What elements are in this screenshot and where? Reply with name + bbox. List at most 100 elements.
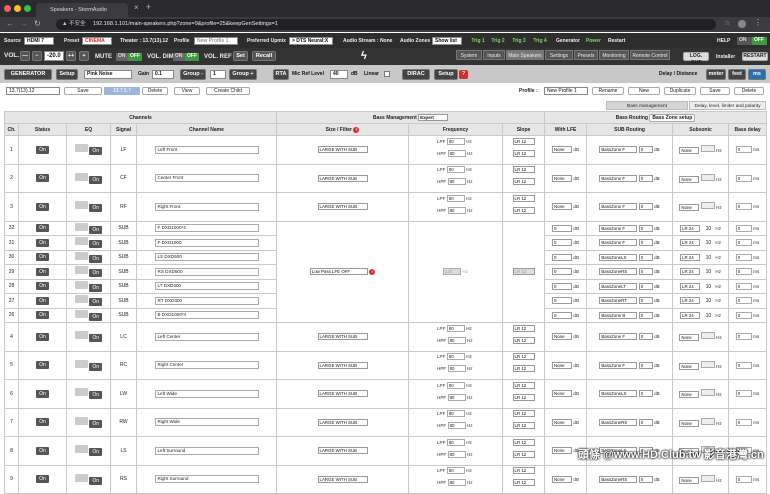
sub-routing-select[interactable]: BassZoneLS: [599, 390, 638, 398]
vol-value[interactable]: -20.0: [44, 51, 64, 61]
status-on-button[interactable]: On: [36, 282, 49, 291]
slope-select[interactable]: LR 12: [512, 479, 535, 487]
bass-delay-input[interactable]: 0: [735, 418, 752, 426]
generator-setup-button[interactable]: Setup: [56, 69, 78, 80]
channel-name-input[interactable]: Right Surround: [154, 475, 259, 484]
bass-delay-input[interactable]: 0: [735, 361, 752, 369]
new-tab-icon[interactable]: +: [146, 2, 151, 12]
profile-action-select[interactable]: New Profile 1: [544, 87, 588, 95]
signal-select[interactable]: Pink Noise: [84, 70, 132, 79]
bass-delay-input[interactable]: 0: [735, 239, 752, 247]
close-tab-icon[interactable]: ×: [134, 3, 139, 12]
with-lfe-select[interactable]: None: [552, 447, 573, 455]
dirac-setup-button[interactable]: Setup: [434, 69, 458, 80]
size-filter-select[interactable]: LARGE WITH SUB: [317, 333, 368, 341]
ms-button[interactable]: ms: [748, 69, 766, 80]
with-lfe-select[interactable]: 0: [552, 239, 573, 247]
channel-name-input[interactable]: RT DXD300: [154, 296, 259, 305]
trigger-3-button[interactable]: Trig 3: [511, 37, 527, 45]
status-on-button[interactable]: On: [36, 361, 49, 370]
bass-zone-setup-button[interactable]: Bass Zone setup: [649, 113, 696, 122]
slope-select[interactable]: LR 12: [512, 467, 535, 475]
bass-delay-input[interactable]: 0: [735, 203, 752, 211]
routing-db-select[interactable]: 0: [638, 174, 653, 182]
slope-select[interactable]: LR 12: [512, 393, 535, 401]
mic-ref-input[interactable]: 40: [330, 70, 348, 79]
eq-on-button[interactable]: On: [89, 419, 103, 428]
routing-db-select[interactable]: 0: [638, 361, 653, 369]
eq-on-button[interactable]: On: [89, 298, 103, 307]
eq-toggle[interactable]: [74, 331, 88, 340]
hpf-input[interactable]: 80: [447, 149, 466, 157]
slope-select[interactable]: LR 12: [512, 353, 535, 361]
channel-name-input[interactable]: Right Center: [154, 361, 259, 370]
back-icon[interactable]: ←: [6, 19, 14, 28]
routing-db-select[interactable]: 0: [638, 224, 653, 232]
tab-delay-level[interactable]: Delay, level, limiter and polarity: [689, 101, 766, 110]
size-filter-select[interactable]: LARGE WITH SUB: [317, 203, 368, 211]
lpf-input[interactable]: 80: [446, 467, 465, 475]
linear-checkbox[interactable]: [384, 71, 390, 77]
bass-delay-input[interactable]: 0: [735, 311, 752, 319]
browser-tab[interactable]: Speakers - StormAudio: [36, 3, 128, 17]
restart-button[interactable]: RESTART: [742, 52, 768, 61]
vol-down-button[interactable]: −: [32, 51, 42, 61]
bass-delay-input[interactable]: 0: [735, 268, 752, 276]
sub-filter-help-icon[interactable]: ?: [369, 269, 376, 276]
slope-select[interactable]: LR 12: [512, 438, 535, 446]
tab-remote-control[interactable]: Remote Control: [630, 50, 670, 60]
eq-toggle[interactable]: [74, 222, 88, 231]
sub-routing-select[interactable]: BassZoneRS: [599, 475, 638, 483]
sub-filter-select[interactable]: Low Pass LFE OFF: [309, 268, 368, 276]
with-lfe-select[interactable]: None: [552, 390, 573, 398]
routing-db-select[interactable]: 0: [638, 311, 653, 319]
size-filter-select[interactable]: LARGE WITH SUB: [317, 475, 368, 483]
subsonic-select[interactable]: None: [679, 391, 700, 399]
dirac-button[interactable]: DIRAC: [402, 69, 430, 80]
bass-delay-input[interactable]: 0: [735, 282, 752, 290]
vol-ref-recall-button[interactable]: Recall: [252, 51, 276, 61]
mute-off-toggle[interactable]: OFF: [128, 53, 142, 61]
logout-button[interactable]: LOG. OUT: [683, 52, 709, 66]
subsonic-freq-input[interactable]: [700, 332, 715, 340]
status-on-button[interactable]: On: [36, 446, 49, 455]
tab-bass-management[interactable]: Bass management: [606, 101, 688, 110]
subsonic-select[interactable]: LR 24: [680, 282, 701, 290]
bass-delay-input[interactable]: 0: [735, 146, 752, 154]
eq-on-button[interactable]: On: [89, 254, 103, 263]
sub-routing-select[interactable]: BassZone F: [599, 224, 638, 232]
lpf-input[interactable]: 80: [446, 194, 465, 202]
subsonic-select[interactable]: LR 24: [680, 253, 701, 261]
subsonic-freq-input[interactable]: [700, 145, 715, 153]
sub-routing-select[interactable]: BassZone F: [599, 146, 638, 154]
bass-delay-input[interactable]: 0: [735, 475, 752, 483]
status-on-button[interactable]: On: [36, 238, 49, 247]
upmix-select[interactable]: > DTS Neural:X: [289, 37, 333, 45]
eq-on-button[interactable]: On: [89, 175, 103, 184]
size-filter-select[interactable]: LARGE WITH SUB: [317, 174, 368, 182]
sub-routing-select[interactable]: BassZone F: [599, 239, 638, 247]
subsonic-select[interactable]: LR 24: [680, 297, 701, 305]
sub-routing-select[interactable]: BassZoneLS: [599, 253, 638, 261]
slope-select[interactable]: LR 12: [512, 410, 535, 418]
sub-routing-select[interactable]: BassZone F: [599, 174, 638, 182]
feet-button[interactable]: feet: [728, 69, 746, 80]
dim-off-toggle[interactable]: OFF: [185, 53, 199, 61]
vol-up-fast-button[interactable]: ++: [66, 51, 76, 61]
size-filter-select[interactable]: LARGE WITH SUB: [317, 390, 368, 398]
size-filter-select[interactable]: LARGE WITH SUB: [317, 361, 368, 369]
hpf-input[interactable]: 80: [447, 365, 466, 373]
bass-delay-input[interactable]: 0: [735, 390, 752, 398]
status-on-button[interactable]: On: [36, 202, 49, 211]
routing-db-select[interactable]: 0: [638, 333, 653, 341]
status-on-button[interactable]: On: [36, 267, 49, 276]
lpf-input[interactable]: 80: [446, 410, 465, 418]
new-button[interactable]: New: [628, 87, 660, 95]
with-lfe-select[interactable]: None: [552, 203, 573, 211]
slope-select[interactable]: LR 12: [512, 178, 535, 186]
reload-icon[interactable]: ↻: [34, 19, 41, 28]
slope-select[interactable]: LR 12: [512, 450, 535, 458]
with-lfe-select[interactable]: None: [552, 361, 573, 369]
eq-on-button[interactable]: On: [89, 225, 103, 234]
slope-select[interactable]: LR 12: [512, 206, 535, 214]
